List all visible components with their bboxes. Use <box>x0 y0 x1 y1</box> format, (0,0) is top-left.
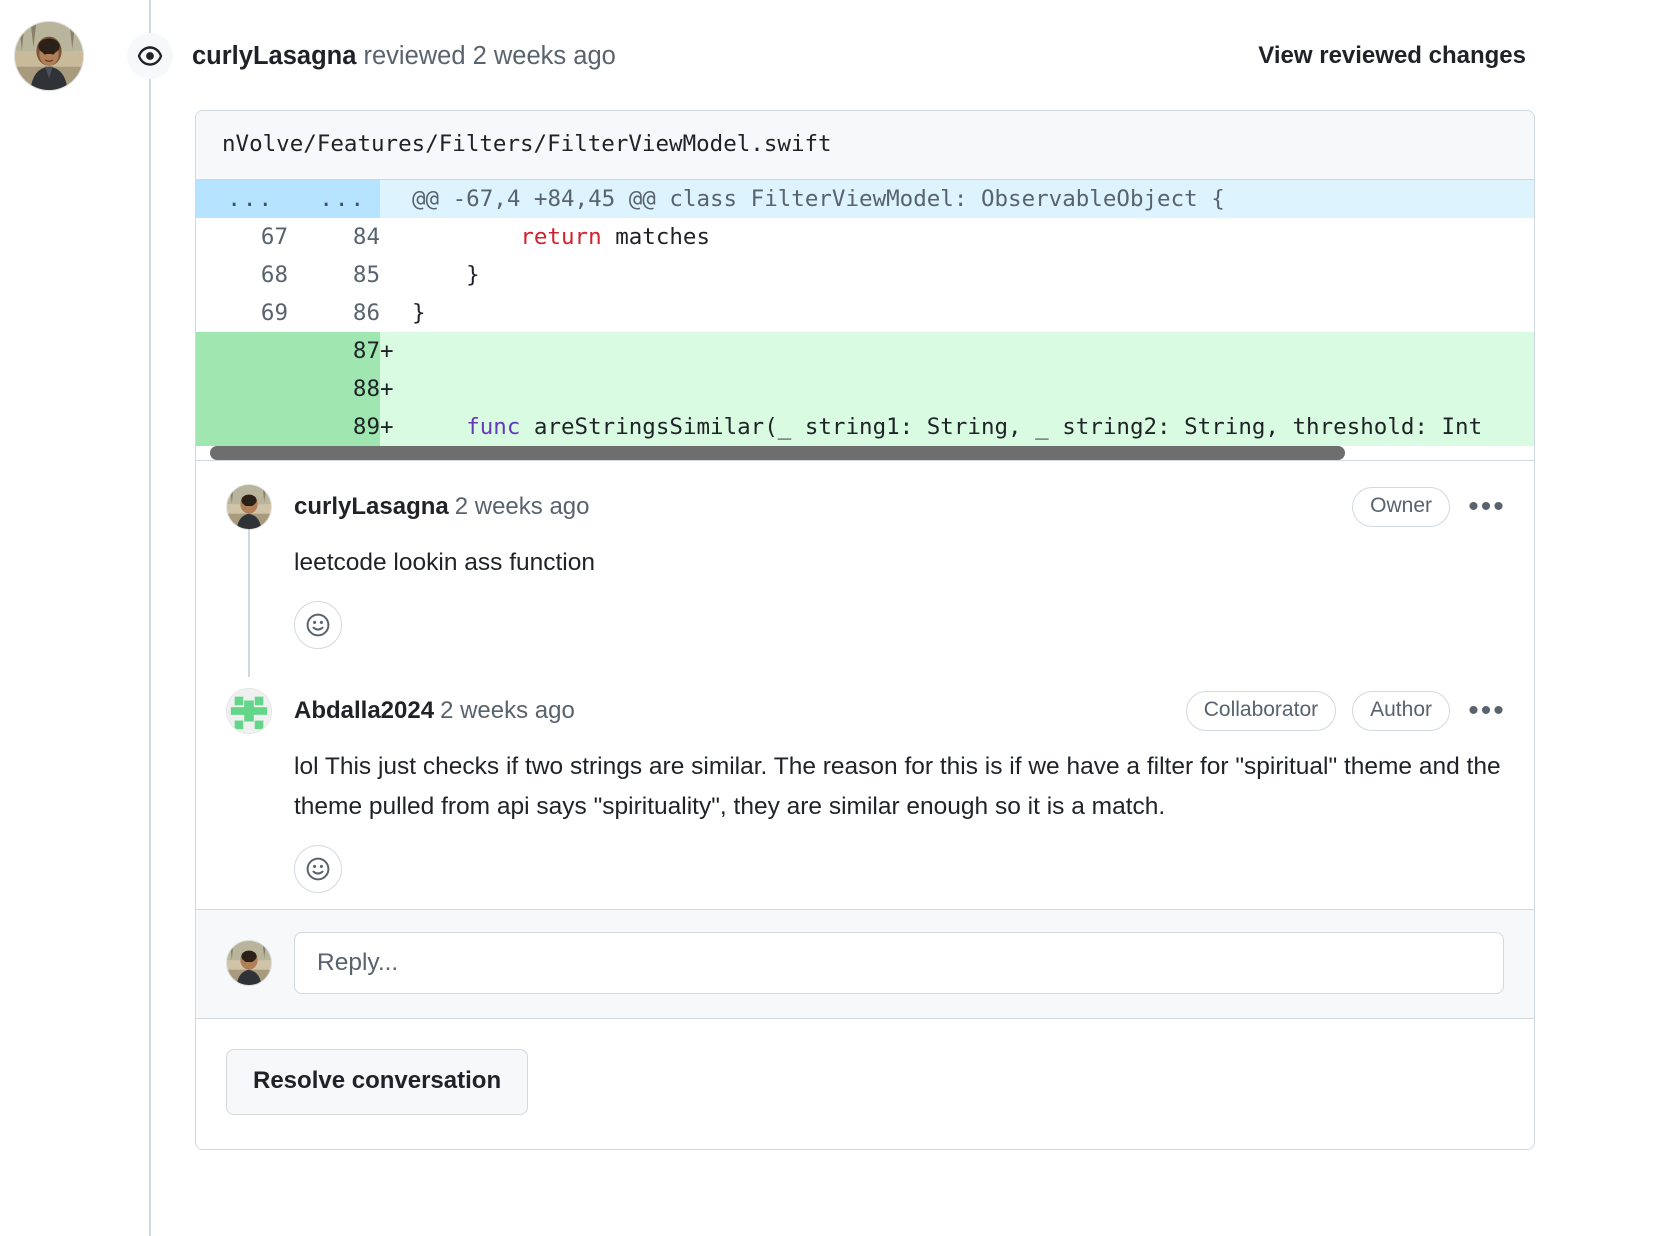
comment-list: curlyLasagna 2 weeks ago Owner ••• leetco… <box>196 461 1534 909</box>
diff-row-added: 88 + <box>196 370 1534 408</box>
comment-author[interactable]: Abdalla2024 <box>294 697 434 724</box>
code-rest: areStringsSimilar(_ string1: String, _ s… <box>520 414 1483 440</box>
diff-line-sign: + <box>380 370 412 408</box>
diff-old-line-number: 68 <box>196 256 288 294</box>
comment-timestamp: 2 weeks ago <box>440 697 575 724</box>
review-header: curlyLasagna reviewed 2 weeks ago View r… <box>0 0 1660 112</box>
add-reaction-button[interactable] <box>294 601 342 649</box>
review-byline: curlyLasagna reviewed 2 weeks ago <box>192 39 616 73</box>
comment-header-actions: Collaborator Author ••• <box>1185 687 1504 735</box>
diff-hunk-sign <box>380 180 412 218</box>
diff-new-line-number: 86 <box>288 294 380 332</box>
diff-line-code: func areStringsSimilar(_ string1: String… <box>412 408 1534 446</box>
diff-hunk-header-text: @@ -67,4 +84,45 @@ class FilterViewModel… <box>412 180 1534 218</box>
diff-new-line-number: 88 <box>288 370 380 408</box>
comment-reactions <box>294 601 1504 649</box>
diff-row-added: 87 + <box>196 332 1534 370</box>
emoji-smiley-icon <box>306 857 330 881</box>
code-indent: } <box>412 262 480 288</box>
diff-new-line-number: 84 <box>288 218 380 256</box>
diff-scrollbar-thumb[interactable] <box>210 446 1345 460</box>
comment-reactions <box>294 845 1504 893</box>
avatar-abdalla2024[interactable] <box>226 688 272 734</box>
code-indent: } <box>412 300 426 326</box>
comment-header-actions: Owner ••• <box>1352 483 1504 531</box>
diff-row-context: 67 84 return matches <box>196 218 1534 256</box>
review-thread-card: nVolve/Features/Filters/FilterViewModel.… <box>195 110 1535 1150</box>
diff-line-code: } <box>412 294 1534 332</box>
badge-collaborator: Collaborator <box>1185 691 1337 731</box>
badge-owner: Owner <box>1352 487 1450 527</box>
comment-author[interactable]: curlyLasagna <box>294 493 449 520</box>
badge-author: Author <box>1352 691 1450 731</box>
review-action-text: reviewed 2 weeks ago <box>356 42 616 70</box>
diff-line-code <box>412 370 1534 408</box>
diff-line-sign <box>380 294 412 332</box>
comment-item: Abdalla2024 2 weeks ago Collaborator Auth… <box>196 665 1534 909</box>
diff-line-sign: + <box>380 332 412 370</box>
diff-new-line-number: 89 <box>288 408 380 446</box>
resolve-zone: Resolve conversation <box>196 1018 1534 1149</box>
code-keyword: func <box>466 414 521 440</box>
diff-old-line-number: 67 <box>196 218 288 256</box>
avatar-image <box>227 941 271 985</box>
avatar-curlylasagna[interactable] <box>226 484 272 530</box>
add-reaction-button[interactable] <box>294 845 342 893</box>
review-author[interactable]: curlyLasagna <box>192 42 356 70</box>
avatar-curlylasagna[interactable] <box>14 21 84 91</box>
diff-row-context: 68 85 } <box>196 256 1534 294</box>
diff-old-line-marker: ... <box>196 180 288 218</box>
code-keyword: return <box>520 224 602 250</box>
avatar-current-user[interactable] <box>226 940 272 986</box>
emoji-smiley-icon <box>306 613 330 637</box>
diff-new-line-number: 85 <box>288 256 380 294</box>
comment-thread-connector <box>248 529 250 677</box>
diff-line-sign: + <box>380 408 412 446</box>
code-rest: matches <box>601 224 711 250</box>
diff-old-line-number: 69 <box>196 294 288 332</box>
comment-header: Abdalla2024 2 weeks ago Collaborator Auth… <box>226 687 1504 735</box>
diff-line-sign <box>380 256 412 294</box>
diff-table: ... ... @@ -67,4 +84,45 @@ class FilterV… <box>196 180 1534 446</box>
diff-new-line-number: 87 <box>288 332 380 370</box>
diff-hunk-row: ... ... @@ -67,4 +84,45 @@ class FilterV… <box>196 180 1534 218</box>
diff-line-code: } <box>412 256 1534 294</box>
diff-file-path[interactable]: nVolve/Features/Filters/FilterViewModel.… <box>196 111 1534 180</box>
diff-new-line-marker: ... <box>288 180 380 218</box>
comment-header: curlyLasagna 2 weeks ago Owner ••• <box>226 483 1504 531</box>
diff-old-line-number <box>196 370 288 408</box>
view-reviewed-changes-link[interactable]: View reviewed changes <box>1258 40 1526 72</box>
diff-row-context: 69 86 } <box>196 294 1534 332</box>
diff-old-line-number <box>196 408 288 446</box>
diff-viewport: ... ... @@ -67,4 +84,45 @@ class FilterV… <box>196 180 1534 446</box>
diff-horizontal-scrollbar[interactable] <box>196 446 1534 461</box>
diff-body: ... ... @@ -67,4 +84,45 @@ class FilterV… <box>196 180 1534 446</box>
diff-line-sign <box>380 218 412 256</box>
avatar-identicon <box>227 689 271 733</box>
diff-line-code: return matches <box>412 218 1534 256</box>
diff-row-added: 89 + func areStringsSimilar(_ string1: S… <box>196 408 1534 446</box>
avatar-image <box>227 485 271 529</box>
comment-item: curlyLasagna 2 weeks ago Owner ••• leetco… <box>196 461 1534 677</box>
diff-old-line-number <box>196 332 288 370</box>
comment-body: leetcode lookin ass function <box>294 549 595 576</box>
diff-line-code <box>412 332 1534 370</box>
pr-review-thread-page: curlyLasagna reviewed 2 weeks ago View r… <box>0 0 1660 1236</box>
review-eye-badge <box>127 33 173 79</box>
reply-input[interactable]: Reply... <box>294 932 1504 994</box>
comment-more-options-icon[interactable]: ••• <box>1468 694 1504 728</box>
reply-zone: Reply... <box>196 909 1534 1018</box>
comment-byline: curlyLasagna 2 weeks ago <box>294 491 590 523</box>
resolve-conversation-button[interactable]: Resolve conversation <box>226 1049 529 1115</box>
comment-more-options-icon[interactable]: ••• <box>1468 490 1504 524</box>
timeline-rail <box>149 0 151 1236</box>
eye-icon <box>137 46 163 66</box>
comment-byline: Abdalla2024 2 weeks ago <box>294 695 575 727</box>
comment-body: lol This just checks if two strings are … <box>294 753 1501 820</box>
avatar-image <box>15 22 83 90</box>
comment-timestamp: 2 weeks ago <box>454 493 590 520</box>
